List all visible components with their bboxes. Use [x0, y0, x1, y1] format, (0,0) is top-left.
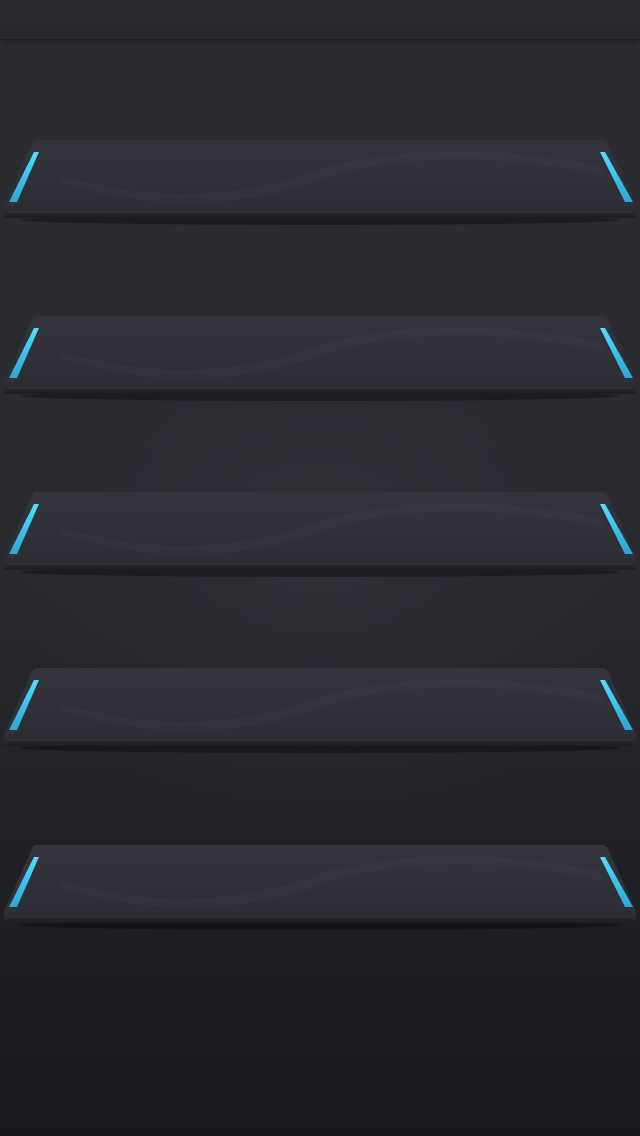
shelf [0, 841, 640, 931]
home-screen [0, 0, 640, 1136]
shelf-graphic [4, 492, 636, 577]
shelf [0, 488, 640, 578]
shelf-graphic [4, 140, 636, 225]
shelf-graphic [4, 845, 636, 930]
shelf [0, 664, 640, 754]
shelf [0, 312, 640, 402]
shelf-graphic [4, 316, 636, 401]
shelf [0, 136, 640, 226]
shelf-graphic [4, 668, 636, 753]
shelf-list [0, 0, 640, 1136]
